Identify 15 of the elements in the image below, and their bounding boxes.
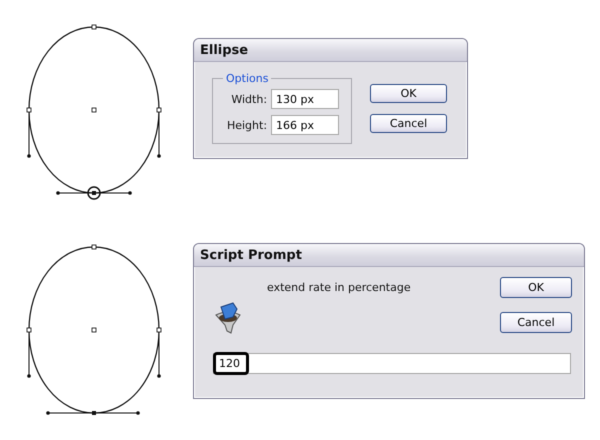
field-label: Width: [231,92,268,106]
group-label: Options [225,72,270,85]
script-icon [213,301,243,335]
cancel-button[interactable]: Cancel [500,312,572,333]
field-label: Height: [226,118,268,132]
dialog-title: Ellipse [200,42,248,58]
input-field[interactable]: 120 [213,353,571,374]
ok-button[interactable]: OK [370,84,447,103]
ok-button[interactable]: OK [500,277,572,298]
prompt-message: extend rate in percentage [267,281,411,296]
input-field[interactable]: 130 px [271,89,340,109]
dialog-title: Script Prompt [200,248,302,262]
focused-input[interactable]: 120 [213,352,249,375]
cancel-button[interactable]: Cancel [370,114,447,133]
input-field[interactable]: 166 px [271,115,340,135]
